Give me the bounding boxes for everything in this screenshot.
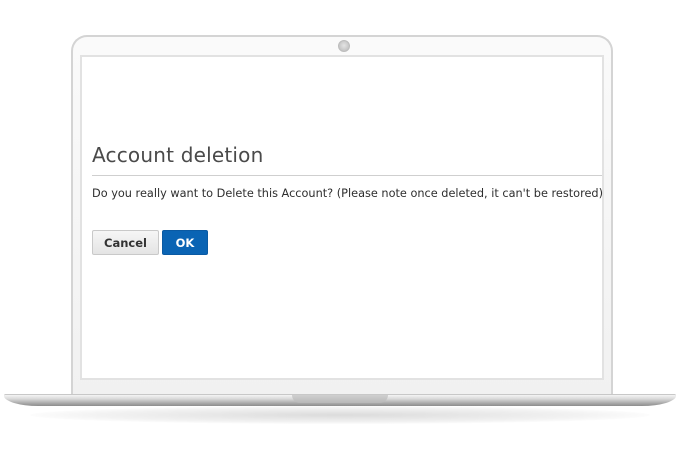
dialog-title: Account deletion <box>92 143 264 167</box>
webcam-icon <box>338 40 350 52</box>
cancel-button[interactable]: Cancel <box>92 230 159 255</box>
dialog-message: Do you really want to Delete this Accoun… <box>92 187 604 200</box>
laptop-screen <box>80 55 604 380</box>
laptop-mockup: Account deletion Do you really want to D… <box>0 0 680 450</box>
laptop-notch <box>292 395 388 403</box>
laptop-shadow <box>30 406 650 424</box>
dialog-divider <box>92 175 602 176</box>
ok-button[interactable]: OK <box>162 230 208 255</box>
